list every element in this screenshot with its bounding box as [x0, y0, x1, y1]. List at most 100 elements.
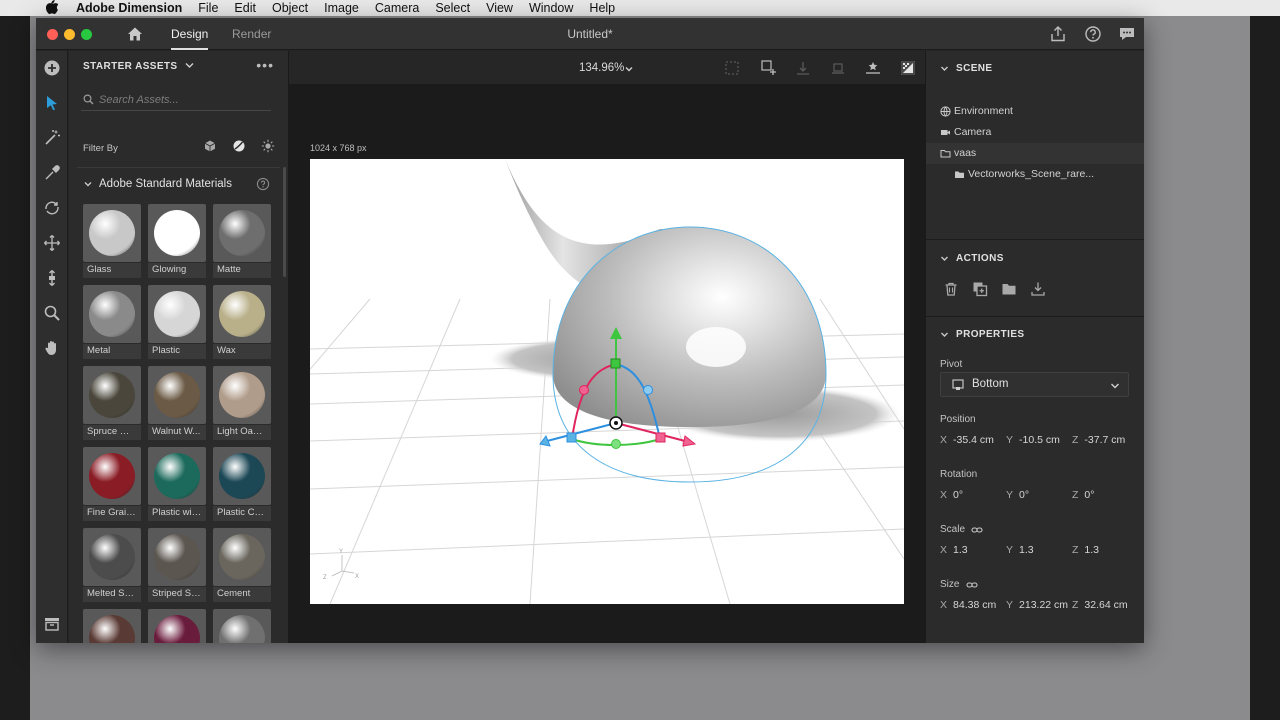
scene-item-camera[interactable]: Camera: [926, 122, 1144, 143]
position-y-value: -10.5 cm: [1019, 434, 1060, 446]
properties-collapse-icon[interactable]: [940, 330, 949, 339]
frame-selection-icon[interactable]: [760, 59, 778, 77]
size-z-field[interactable]: Z 32.64 cm: [1072, 599, 1128, 611]
scene-collapse-icon[interactable]: [940, 64, 949, 73]
hand-tool-icon[interactable]: [43, 339, 61, 357]
menu-view[interactable]: View: [486, 0, 513, 16]
rotation-z-value: 0°: [1084, 489, 1095, 501]
material-tile[interactable]: Glass: [83, 204, 141, 278]
position-z-field[interactable]: Z -37.7 cm: [1072, 434, 1125, 446]
menu-file[interactable]: File: [198, 0, 218, 16]
feedback-chat-icon[interactable]: [1118, 25, 1136, 43]
trash-icon[interactable]: [943, 281, 959, 297]
collapse-chevron-icon[interactable]: [83, 179, 93, 189]
filter-models-icon[interactable]: [203, 139, 217, 153]
rotation-x-field[interactable]: X 0°: [940, 489, 963, 501]
search-assets-input[interactable]: [99, 91, 267, 109]
axis-letter: Y: [1006, 544, 1014, 556]
position-y-field[interactable]: Y -10.5 cm: [1006, 434, 1060, 446]
section-help-icon[interactable]: [256, 177, 270, 191]
zoom-chevron-icon[interactable]: [624, 64, 634, 74]
axis-x-label: X: [355, 574, 359, 580]
size-x-field[interactable]: X 84.38 cm: [940, 599, 996, 611]
rotation-z-field[interactable]: Z 0°: [1072, 489, 1094, 501]
render-preview-icon[interactable]: [899, 59, 917, 77]
menu-image[interactable]: Image: [324, 0, 359, 16]
link-proportions-icon[interactable]: [966, 580, 978, 590]
magic-wand-icon[interactable]: [43, 129, 61, 147]
duplicate-icon[interactable]: [972, 281, 988, 297]
menu-object[interactable]: Object: [272, 0, 308, 16]
material-tile[interactable]: [148, 609, 206, 643]
material-tile[interactable]: Matte: [213, 204, 271, 278]
select-all-icon[interactable]: [723, 59, 741, 77]
material-tile[interactable]: Melted Sn...: [83, 528, 141, 602]
rotation-y-field[interactable]: Y 0°: [1006, 489, 1029, 501]
menu-help[interactable]: Help: [589, 0, 615, 16]
zoom-tool-icon[interactable]: [43, 304, 61, 322]
material-tile[interactable]: Walnut W...: [148, 366, 206, 440]
material-thumbnail: [148, 204, 206, 262]
share-icon[interactable]: [1049, 25, 1067, 43]
tab-render[interactable]: Render: [232, 18, 271, 50]
scene-item-vectorworks[interactable]: Vectorworks_Scene_rare...: [926, 164, 1144, 185]
link-proportions-icon[interactable]: [971, 525, 983, 535]
menu-app-name[interactable]: Adobe Dimension: [76, 0, 182, 16]
add-content-icon[interactable]: [43, 59, 61, 77]
align-icon[interactable]: [829, 59, 847, 77]
scene-item-label: vaas: [954, 147, 977, 159]
material-tile[interactable]: Striped Sto...: [148, 528, 206, 602]
close-window-button[interactable]: [47, 29, 58, 40]
material-tile[interactable]: Spruce Wo...: [83, 366, 141, 440]
home-icon[interactable]: [126, 25, 144, 43]
select-tool-icon[interactable]: [43, 94, 61, 112]
actions-divider: [926, 316, 1144, 317]
download-icon[interactable]: [1030, 281, 1046, 297]
pivot-dropdown[interactable]: Bottom: [940, 372, 1129, 397]
more-options-icon[interactable]: •••: [256, 57, 274, 73]
material-tile[interactable]: Light Oak ...: [213, 366, 271, 440]
position-x-field[interactable]: X -35.4 cm: [940, 434, 994, 446]
starter-assets-dropdown[interactable]: STARTER ASSETS: [83, 61, 194, 72]
size-y-field[interactable]: Y 213.22 cm: [1006, 599, 1068, 611]
move-to-ground-icon[interactable]: [794, 59, 812, 77]
menu-select[interactable]: Select: [435, 0, 470, 16]
eyedropper-icon[interactable]: [43, 164, 61, 182]
assets-scrollbar[interactable]: [283, 167, 286, 277]
material-tile[interactable]: Plastic: [148, 285, 206, 359]
scale-x-field[interactable]: X 1.3: [940, 544, 968, 556]
pan-camera-icon[interactable]: [43, 234, 61, 252]
menu-edit[interactable]: Edit: [234, 0, 256, 16]
filter-lights-icon[interactable]: [261, 139, 275, 153]
material-tile[interactable]: [83, 609, 141, 643]
group-folder-icon[interactable]: [1001, 281, 1017, 297]
filter-materials-icon[interactable]: [232, 139, 246, 153]
tab-design[interactable]: Design: [171, 18, 209, 50]
scene-item-environment[interactable]: Environment: [926, 101, 1144, 122]
material-tile[interactable]: Cement: [213, 528, 271, 602]
position-x-value: -35.4 cm: [953, 434, 994, 446]
zoom-window-button[interactable]: [81, 29, 92, 40]
scale-y-field[interactable]: Y 1.3: [1006, 544, 1034, 556]
zoom-level[interactable]: 134.96%: [579, 51, 624, 85]
material-tile[interactable]: Glowing: [148, 204, 206, 278]
place-on-ground-icon[interactable]: [864, 59, 882, 77]
material-tile[interactable]: Fine Grain...: [83, 447, 141, 521]
material-tile[interactable]: Metal: [83, 285, 141, 359]
material-tile[interactable]: Plastic Can...: [213, 447, 271, 521]
help-circle-icon[interactable]: [1084, 25, 1102, 43]
material-tile[interactable]: [213, 609, 271, 643]
scene-canvas[interactable]: Y X Z: [310, 159, 904, 604]
menu-camera[interactable]: Camera: [375, 0, 419, 16]
dolly-camera-icon[interactable]: [43, 269, 61, 287]
material-tile[interactable]: Plastic wit...: [148, 447, 206, 521]
minimize-window-button[interactable]: [64, 29, 75, 40]
material-tile[interactable]: Wax: [213, 285, 271, 359]
apple-menu-icon[interactable]: [45, 0, 62, 17]
actions-collapse-icon[interactable]: [940, 254, 949, 263]
menu-window[interactable]: Window: [529, 0, 573, 16]
orbit-camera-icon[interactable]: [43, 199, 61, 217]
scene-item-vaas[interactable]: vaas: [926, 143, 1144, 164]
panel-toggle-icon[interactable]: [43, 615, 61, 633]
scale-z-field[interactable]: Z 1.3: [1072, 544, 1099, 556]
